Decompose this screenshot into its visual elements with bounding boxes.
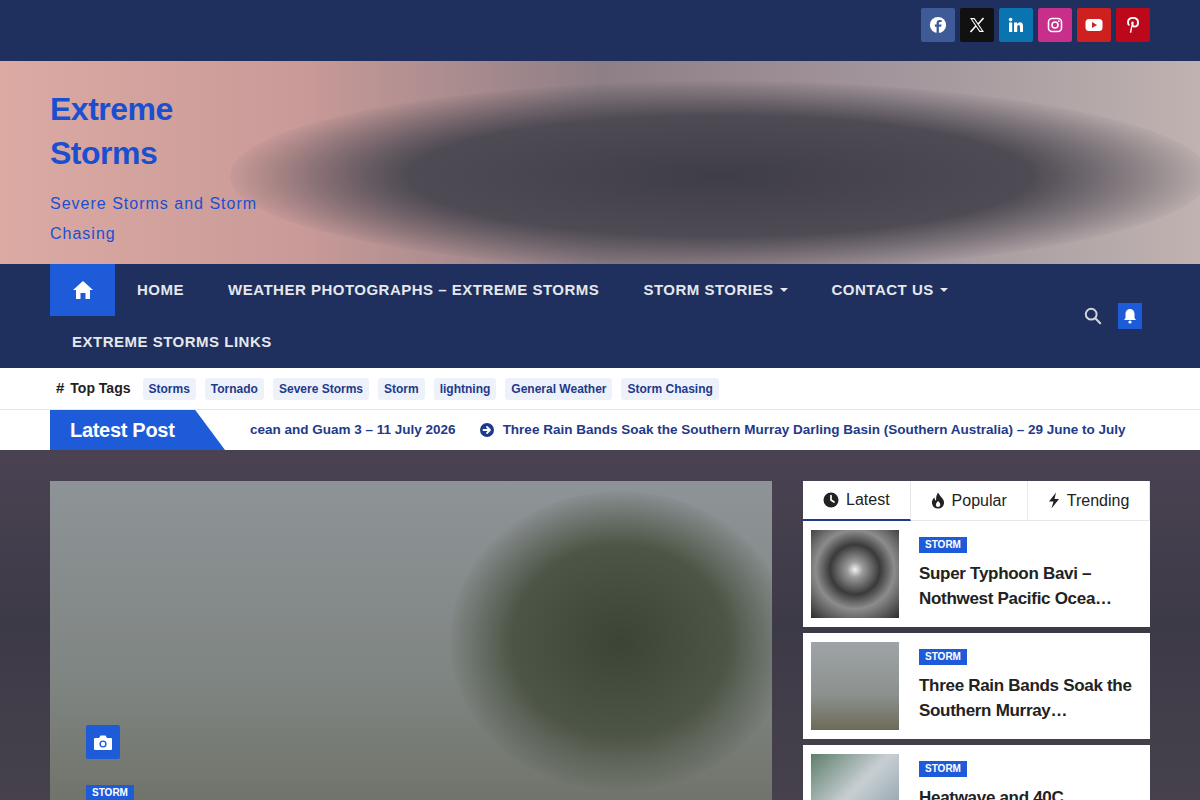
main-nav: HOME WEATHER PHOTOGRAPHS – EXTREME STORMS… bbox=[0, 264, 1200, 368]
post-thumbnail[interactable] bbox=[811, 530, 899, 618]
sidebar-tab-label[interactable]: Latest bbox=[846, 488, 890, 512]
sidebar-post[interactable]: STORM Super Typhoon Bavi – Nothwest Pacif… bbox=[803, 521, 1150, 627]
sidebar-tab-label[interactable]: Popular bbox=[952, 489, 1007, 513]
nav-item-label[interactable]: WEATHER PHOTOGRAPHS – EXTREME STORMS bbox=[228, 279, 599, 302]
latest-post-bar: Latest Post cean and Guam 3 – 11 July 20… bbox=[0, 410, 1200, 450]
sidebar-tab-label[interactable]: Trending bbox=[1067, 489, 1130, 513]
clock-icon[interactable] bbox=[823, 492, 839, 508]
nav-item-label[interactable]: HOME bbox=[137, 279, 184, 302]
dropdown-caret-icon[interactable] bbox=[780, 288, 788, 292]
bolt-icon[interactable] bbox=[1048, 492, 1060, 509]
social-links bbox=[921, 8, 1150, 42]
tag-chip[interactable]: Storms bbox=[143, 378, 196, 400]
sidebar-tab[interactable]: Trending bbox=[1028, 481, 1151, 521]
featured-post[interactable]: STORM bbox=[50, 481, 772, 800]
featured-category-badge[interactable]: STORM bbox=[86, 785, 134, 800]
main-content: STORM Latest Popular Trending STORM Super T… bbox=[0, 450, 1200, 800]
nav-item[interactable]: HOME bbox=[115, 264, 206, 316]
nav-tools bbox=[1050, 264, 1150, 368]
post-body: STORM Three Rain Bands Soak the Southern … bbox=[919, 642, 1142, 730]
linkedin-icon[interactable] bbox=[999, 8, 1033, 42]
cloud-shape bbox=[230, 81, 1200, 264]
post-category-badge[interactable]: STORM bbox=[919, 537, 967, 553]
nav-item[interactable]: EXTREME STORMS LINKS bbox=[50, 316, 294, 368]
ticker: cean and Guam 3 – 11 July 2026 Three Rain… bbox=[225, 420, 1200, 440]
flame-icon[interactable] bbox=[931, 492, 945, 509]
nav-item-label[interactable]: CONTACT US bbox=[832, 279, 934, 302]
tag-chip[interactable]: Severe Storms bbox=[273, 378, 369, 400]
pinterest-icon[interactable] bbox=[1116, 8, 1150, 42]
ticker-item[interactable]: Three Rain Bands Soak the Southern Murra… bbox=[480, 420, 1126, 440]
site-tagline: Severe Storms and Storm Chasing bbox=[50, 189, 290, 249]
arrow-circle-icon[interactable] bbox=[480, 423, 494, 437]
tag-chip[interactable]: Tornado bbox=[205, 378, 264, 400]
sidebar-posts: STORM Super Typhoon Bavi – Nothwest Pacif… bbox=[803, 521, 1150, 800]
sidebar-tabs: Latest Popular Trending bbox=[803, 481, 1150, 521]
top-bar bbox=[0, 0, 1200, 61]
ticker-title[interactable]: cean and Guam 3 – 11 July 2026 bbox=[250, 420, 456, 440]
camera-icon bbox=[86, 725, 120, 759]
tags-hash-icon: # bbox=[56, 377, 64, 400]
notification-bell-icon[interactable] bbox=[1118, 303, 1142, 329]
youtube-icon[interactable] bbox=[1077, 8, 1111, 42]
x-icon[interactable] bbox=[960, 8, 994, 42]
tag-chip[interactable]: General Weather bbox=[505, 378, 612, 400]
home-icon[interactable] bbox=[50, 264, 115, 316]
post-thumbnail[interactable] bbox=[811, 754, 899, 800]
sidebar-tab[interactable]: Latest bbox=[803, 481, 911, 521]
ticker-title[interactable]: Three Rain Bands Soak the Southern Murra… bbox=[503, 420, 1126, 440]
tags-heading: Top Tags bbox=[70, 378, 130, 399]
post-thumbnail[interactable] bbox=[811, 642, 899, 730]
sidebar: Latest Popular Trending STORM Super Typhoon… bbox=[803, 481, 1150, 800]
tree-shape bbox=[450, 491, 772, 791]
nav-item[interactable]: CONTACT US bbox=[810, 264, 970, 316]
dropdown-caret-icon[interactable] bbox=[940, 288, 948, 292]
tag-chip[interactable]: lightning bbox=[434, 378, 497, 400]
nav-item-label[interactable]: STORM STORIES bbox=[643, 279, 773, 302]
post-title[interactable]: Heatwave and 40C bbox=[919, 785, 1064, 800]
ticker-item[interactable]: cean and Guam 3 – 11 July 2026 bbox=[250, 420, 456, 440]
facebook-icon[interactable] bbox=[921, 8, 955, 42]
site-header: Extreme Storms Severe Storms and Storm C… bbox=[0, 61, 1200, 264]
latest-post-label: Latest Post bbox=[50, 410, 225, 450]
sidebar-post[interactable]: STORM Heatwave and 40C bbox=[803, 745, 1150, 800]
post-body: STORM Super Typhoon Bavi – Nothwest Pacif… bbox=[919, 530, 1142, 618]
post-body: STORM Heatwave and 40C bbox=[919, 754, 1142, 800]
tag-chip[interactable]: Storm Chasing bbox=[621, 378, 718, 400]
post-category-badge[interactable]: STORM bbox=[919, 761, 967, 777]
tag-chip[interactable]: Storm bbox=[378, 378, 425, 400]
nav-item-label[interactable]: EXTREME STORMS LINKS bbox=[72, 331, 272, 354]
nav-items: HOME WEATHER PHOTOGRAPHS – EXTREME STORMS… bbox=[50, 264, 1050, 368]
search-icon[interactable] bbox=[1083, 306, 1103, 326]
sidebar-tab[interactable]: Popular bbox=[911, 481, 1028, 521]
branding: Extreme Storms Severe Storms and Storm C… bbox=[0, 61, 1200, 249]
instagram-icon[interactable] bbox=[1038, 8, 1072, 42]
post-title[interactable]: Three Rain Bands Soak the Southern Murra… bbox=[919, 673, 1142, 723]
sidebar-post[interactable]: STORM Three Rain Bands Soak the Southern … bbox=[803, 633, 1150, 739]
nav-item[interactable]: STORM STORIES bbox=[621, 264, 809, 316]
tags-bar: # Top Tags StormsTornadoSevere StormsSto… bbox=[0, 368, 1200, 410]
post-title[interactable]: Super Typhoon Bavi – Nothwest Pacific Oc… bbox=[919, 561, 1142, 611]
post-category-badge[interactable]: STORM bbox=[919, 649, 967, 665]
site-title[interactable]: Extreme Storms bbox=[50, 87, 270, 175]
nav-item[interactable]: WEATHER PHOTOGRAPHS – EXTREME STORMS bbox=[206, 264, 621, 316]
tags-list: Storms Tornado Severe Storms Storm lightning… bbox=[143, 378, 719, 400]
